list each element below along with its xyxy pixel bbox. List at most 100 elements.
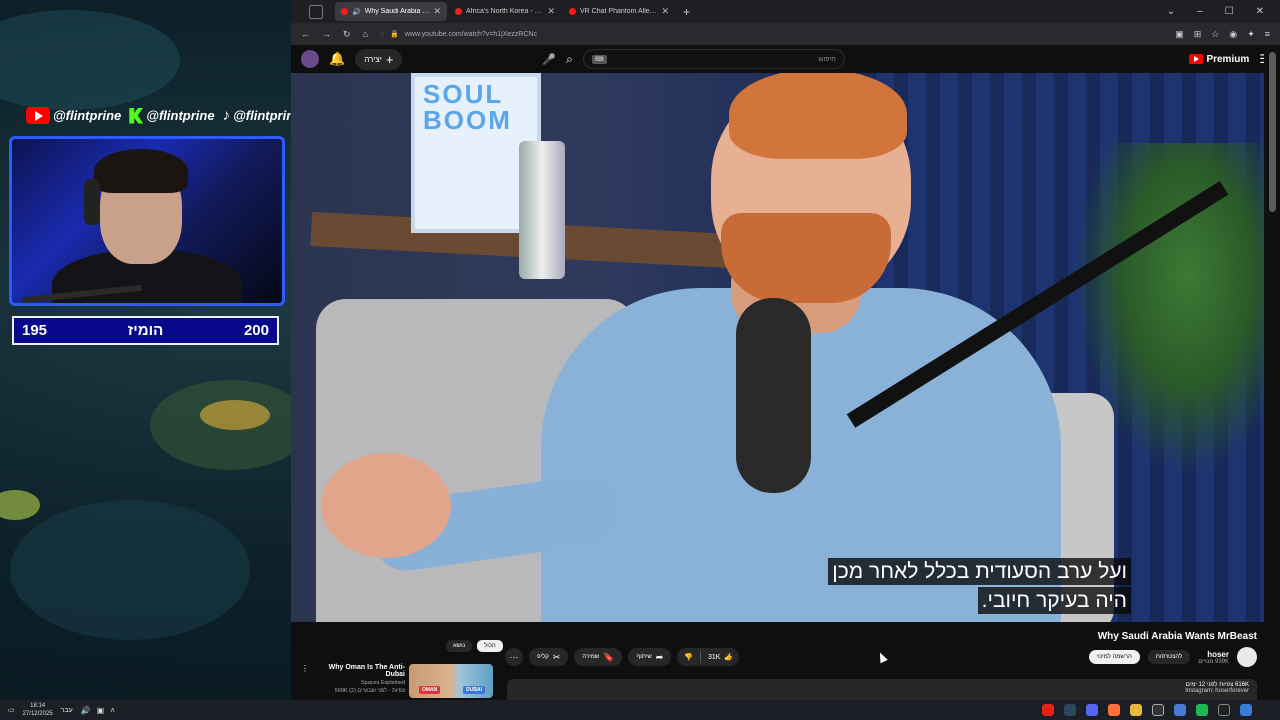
- forward-icon[interactable]: →: [322, 29, 331, 39]
- network-icon[interactable]: ▣: [97, 706, 105, 715]
- search-input[interactable]: חיפוש ⌨: [582, 49, 845, 69]
- start-icon[interactable]: [1240, 704, 1252, 716]
- social-youtube: @flintprine: [26, 107, 121, 124]
- tab-video[interactable]: 🔊 Why Saudi Arabia Wants M ✕: [335, 2, 447, 21]
- vpn-icon[interactable]: [1174, 704, 1186, 716]
- translate-icon[interactable]: ⊞: [1194, 29, 1202, 40]
- youtube-icon: [1189, 54, 1204, 64]
- video-can: [519, 141, 565, 279]
- like-dislike-group: 👍 31K 👎: [677, 648, 740, 666]
- menu-icon[interactable]: ≡: [1265, 29, 1270, 40]
- discord-icon[interactable]: [1086, 704, 1098, 716]
- like-button[interactable]: 👍 31K: [701, 653, 739, 662]
- youtube-icon: [341, 8, 348, 15]
- join-button[interactable]: להצטרפות: [1147, 650, 1191, 664]
- terminal-icon[interactable]: [1218, 704, 1230, 716]
- tab-vrchat[interactable]: VR Chat Phantom Allergies Fea ✕: [563, 2, 675, 21]
- recommended-video[interactable]: ⋮ Why Oman Is The Anti-Dubai Spaces Expl…: [301, 664, 493, 698]
- headset-icon: [84, 179, 100, 225]
- chip-related[interactable]: נושא: [446, 640, 473, 652]
- search-area: 🎤 ⌕ חיפוש ⌨: [542, 49, 845, 69]
- rec-channel: Spaces Explained: [360, 680, 405, 686]
- social-handle: @flintprine: [146, 108, 215, 123]
- video-player[interactable]: SOUL BOOM ועל ערב הסעודית בכלל לאחר מכן ה…: [291, 73, 1264, 622]
- save-button[interactable]: 🔖 שמירה: [574, 648, 623, 666]
- tab-africa[interactable]: Africa's North Korea - YouTube ✕: [449, 2, 561, 21]
- bookmark-icon: 🔖: [603, 651, 615, 662]
- url-text: www.youtube.com/watch?v=h1jXezzRCNc: [404, 30, 537, 38]
- avatar[interactable]: [301, 50, 319, 68]
- social-kick: @flintprine: [129, 107, 215, 124]
- scrollbar-thumb[interactable]: [1269, 52, 1276, 212]
- chevron-up-icon[interactable]: ˄: [110, 706, 115, 715]
- premium-label: Premium: [1206, 53, 1250, 65]
- screenshot-icon[interactable]: ▣: [1175, 29, 1184, 40]
- back-icon[interactable]: ←: [301, 29, 310, 39]
- keyboard-icon[interactable]: ⌨: [591, 54, 607, 64]
- channel-subscribers: 939K מנויים: [1198, 658, 1229, 665]
- aquarium-decoration: [10, 500, 250, 640]
- close-icon[interactable]: ✕: [547, 6, 555, 17]
- clock[interactable]: 18:14 27/12/2025: [23, 702, 53, 718]
- clip-label: קליפ: [537, 654, 549, 660]
- address-bar[interactable]: ◌ 🔒 www.youtube.com/watch?v=h1jXezzRCNc: [380, 30, 1163, 39]
- tab-overview-icon[interactable]: [309, 4, 323, 19]
- subscribe-button[interactable]: הרשמה למינוי: [1088, 650, 1140, 664]
- account-icon[interactable]: ◉: [1229, 29, 1237, 40]
- youtube-premium-logo[interactable]: Premium: [1189, 54, 1249, 65]
- subtitle-line: היה בעיקר חיובי.: [977, 587, 1131, 614]
- maximize-icon[interactable]: ☐: [1225, 6, 1234, 17]
- thumb-label: DUBAI: [463, 686, 485, 694]
- youtube-icon: [455, 8, 462, 15]
- bookmark-icon[interactable]: ☆: [1211, 29, 1219, 40]
- rec-thumbnail[interactable]: OMAN DUBAI: [409, 664, 493, 698]
- video-book-art: SOUL BOOM: [423, 79, 512, 135]
- language-indicator[interactable]: עבר: [61, 707, 73, 714]
- kick-icon: [129, 107, 144, 124]
- voice-search-icon[interactable]: 🎤: [542, 53, 556, 66]
- share-button[interactable]: ➦ שיתוף: [628, 648, 672, 666]
- browser-icon[interactable]: [1108, 704, 1120, 716]
- clip-button[interactable]: ✂ קליפ: [529, 648, 569, 666]
- close-icon[interactable]: ✕: [433, 6, 441, 17]
- minimize-icon[interactable]: –: [1197, 6, 1203, 17]
- instagram-link[interactable]: Instagram: hoserforever: [515, 688, 1249, 694]
- speaker-icon[interactable]: 🔊: [81, 706, 91, 715]
- channel-info: hoser 939K מנויים: [1198, 650, 1229, 665]
- more-options-icon[interactable]: ⋮: [301, 664, 309, 673]
- notification-icon[interactable]: ▭: [8, 706, 15, 714]
- tab-list-icon[interactable]: ⌄: [1167, 6, 1175, 17]
- rec-title[interactable]: Why Oman Is The Anti-Dubai: [313, 664, 405, 678]
- new-tab-icon[interactable]: +: [683, 5, 690, 19]
- channel-name[interactable]: hoser: [1198, 650, 1229, 659]
- webcam-feed: [9, 136, 285, 306]
- aquarium-decoration: [0, 10, 180, 110]
- taskbar-left: ▭ 18:14 27/12/2025 עבר 🔊 ▣ ˄: [8, 702, 115, 718]
- header-right: Premium ☰: [1189, 52, 1270, 66]
- fish-decoration: [0, 490, 40, 520]
- search-icon[interactable]: ⌕: [566, 52, 573, 67]
- home-icon[interactable]: ⌂: [363, 29, 368, 39]
- channel-avatar[interactable]: [1237, 647, 1257, 667]
- score-bar: 195 הומיז 200: [12, 316, 279, 345]
- steam-icon[interactable]: [1064, 704, 1076, 716]
- create-button[interactable]: יצירה +: [355, 48, 403, 70]
- tab-strip: 🔊 Why Saudi Arabia Wants M ✕ Africa's No…: [291, 0, 1280, 23]
- extension-icon[interactable]: ✦: [1247, 29, 1255, 40]
- social-tiktok: ♪ @flintprine: [223, 107, 302, 124]
- close-icon[interactable]: ✕: [661, 6, 669, 17]
- dislike-button[interactable]: 👎: [677, 653, 700, 661]
- youtube-icon: [26, 107, 50, 124]
- youtube-app-icon[interactable]: [1042, 704, 1054, 716]
- obs-icon[interactable]: [1152, 704, 1164, 716]
- score-left: 195: [22, 322, 48, 339]
- folder-icon[interactable]: [1130, 704, 1142, 716]
- more-actions-icon[interactable]: ⋯: [505, 648, 523, 666]
- spotify-icon[interactable]: [1196, 704, 1208, 716]
- screen: @flintprine @flintprine ♪ @flintprine 19…: [0, 0, 1280, 720]
- close-window-icon[interactable]: ✕: [1256, 6, 1264, 17]
- reload-icon[interactable]: ↻: [343, 29, 351, 40]
- notifications-icon[interactable]: 🔔: [329, 51, 345, 67]
- chip-all[interactable]: הכול: [477, 640, 503, 652]
- rec-info: Why Oman Is The Anti-Dubai Spaces Explai…: [313, 664, 405, 694]
